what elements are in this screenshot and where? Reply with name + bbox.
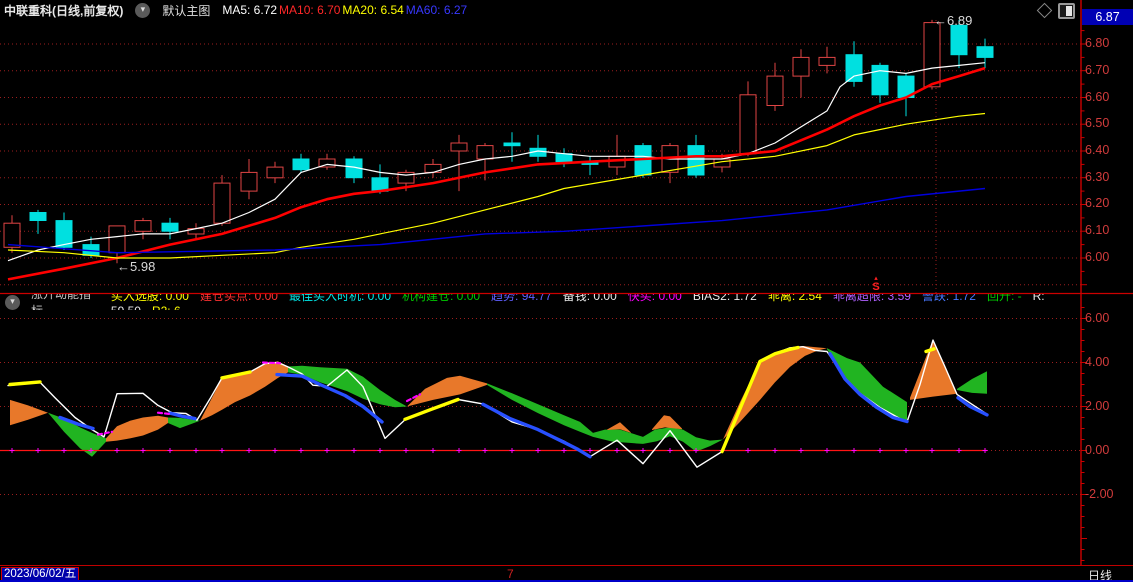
indicator-chevron-circle-icon[interactable]: ▾: [5, 294, 20, 310]
chevron-down-icon: ▾: [140, 3, 146, 14]
sub-axis-label: 2.00: [1085, 399, 1110, 413]
main-axis-label: 6.80: [1085, 36, 1110, 50]
low-price-annotation: ←5.98: [117, 259, 156, 274]
main-axis-label: 6.60: [1085, 90, 1110, 104]
indicator-header: ▾ 涨升动能指标 买入选股: 0.00 建仓买点: 0.00 最佳买入时机: 0.0…: [0, 294, 1085, 310]
main-axis-label: 6.50: [1085, 116, 1110, 130]
main-chart-header: 中联重科(日线,前复权) ▾ 默认主图 MA5: 6.72 MA10: 6.70 M…: [0, 0, 1085, 20]
indicator-field-2: 最佳买入时机: 0.00: [288, 294, 392, 303]
sub-axis-label: 0.00: [1085, 443, 1110, 457]
high-price-annotation: ←6.89: [934, 13, 973, 28]
indicator-field-list: 买入选股: 0.00 建仓买点: 0.00 最佳买入时机: 0.00 机构建仓: 0.…: [111, 294, 1085, 310]
main-axis-label: 6.70: [1085, 63, 1110, 77]
main-axis-label: 6.40: [1085, 143, 1110, 157]
stock-chart-window: 中联重科(日线,前复权) ▾ 默认主图 MA5: 6.72 MA10: 6.70 M…: [0, 0, 1133, 582]
signal-letter: S: [872, 281, 880, 293]
indicator-field-4: 趋势: 94.77: [491, 294, 552, 303]
main-axis-label: 6.10: [1085, 223, 1110, 237]
indicator-field-11: 回升: -: [986, 294, 1022, 303]
main-axis-label: 6.30: [1085, 170, 1110, 184]
indicator-field-13: R2: 6: [152, 304, 181, 311]
indicator-field-10: 警跌: 1.72: [921, 294, 976, 303]
main-chart-style-label[interactable]: 默认主图: [162, 2, 210, 19]
indicator-field-7: BIAS2: 1.72: [692, 294, 757, 303]
main-candlestick-plot[interactable]: [0, 20, 1081, 293]
sub-axis-label: -2.00: [1085, 487, 1114, 501]
ma-value-0: MA5: 6.72: [222, 3, 278, 17]
sub-axis-label: 4.00: [1085, 355, 1110, 369]
signal-marker: ▴ S: [869, 275, 883, 293]
indicator-name[interactable]: 涨升动能指标: [31, 294, 100, 310]
indicator-plot[interactable]: [0, 310, 1081, 565]
panel-layout-icon[interactable]: [1058, 3, 1075, 19]
ma-value-3: MA60: 6.27: [405, 3, 468, 17]
sub-axis-label: 6.00: [1085, 311, 1110, 325]
ma-value-1: MA10: 6.70: [279, 3, 341, 17]
month-marker: 7: [507, 567, 514, 581]
ma-value-2: MA20: 6.54: [342, 3, 404, 17]
chevron-down-icon: ▾: [10, 295, 15, 306]
indicator-field-8: 乖离: 2.54: [767, 294, 822, 303]
main-axis-label: 6.00: [1085, 250, 1110, 264]
indicator-field-5: 备钱: 0.00: [562, 294, 617, 303]
panel-layout-icon-fill: [1066, 6, 1072, 16]
main-axis-label: 6.20: [1085, 196, 1110, 210]
stock-title: 中联重科(日线,前复权): [4, 3, 124, 18]
indicator-field-6: 快买: 0.00: [627, 294, 682, 303]
indicator-field-0: 买入选股: 0.00: [110, 294, 189, 303]
chevron-circle-icon[interactable]: ▾: [135, 2, 151, 18]
indicator-field-3: 机构建仓: 0.00: [402, 294, 481, 303]
last-price-badge: 6.87: [1082, 9, 1133, 25]
ma-value-list: MA5: 6.72 MA10: 6.70 MA20: 6.54 MA60: 6.27: [222, 3, 469, 17]
indicator-field-1: 建仓买点: 0.00: [199, 294, 278, 303]
indicator-field-9: 乖离超限: 3.59: [832, 294, 911, 303]
